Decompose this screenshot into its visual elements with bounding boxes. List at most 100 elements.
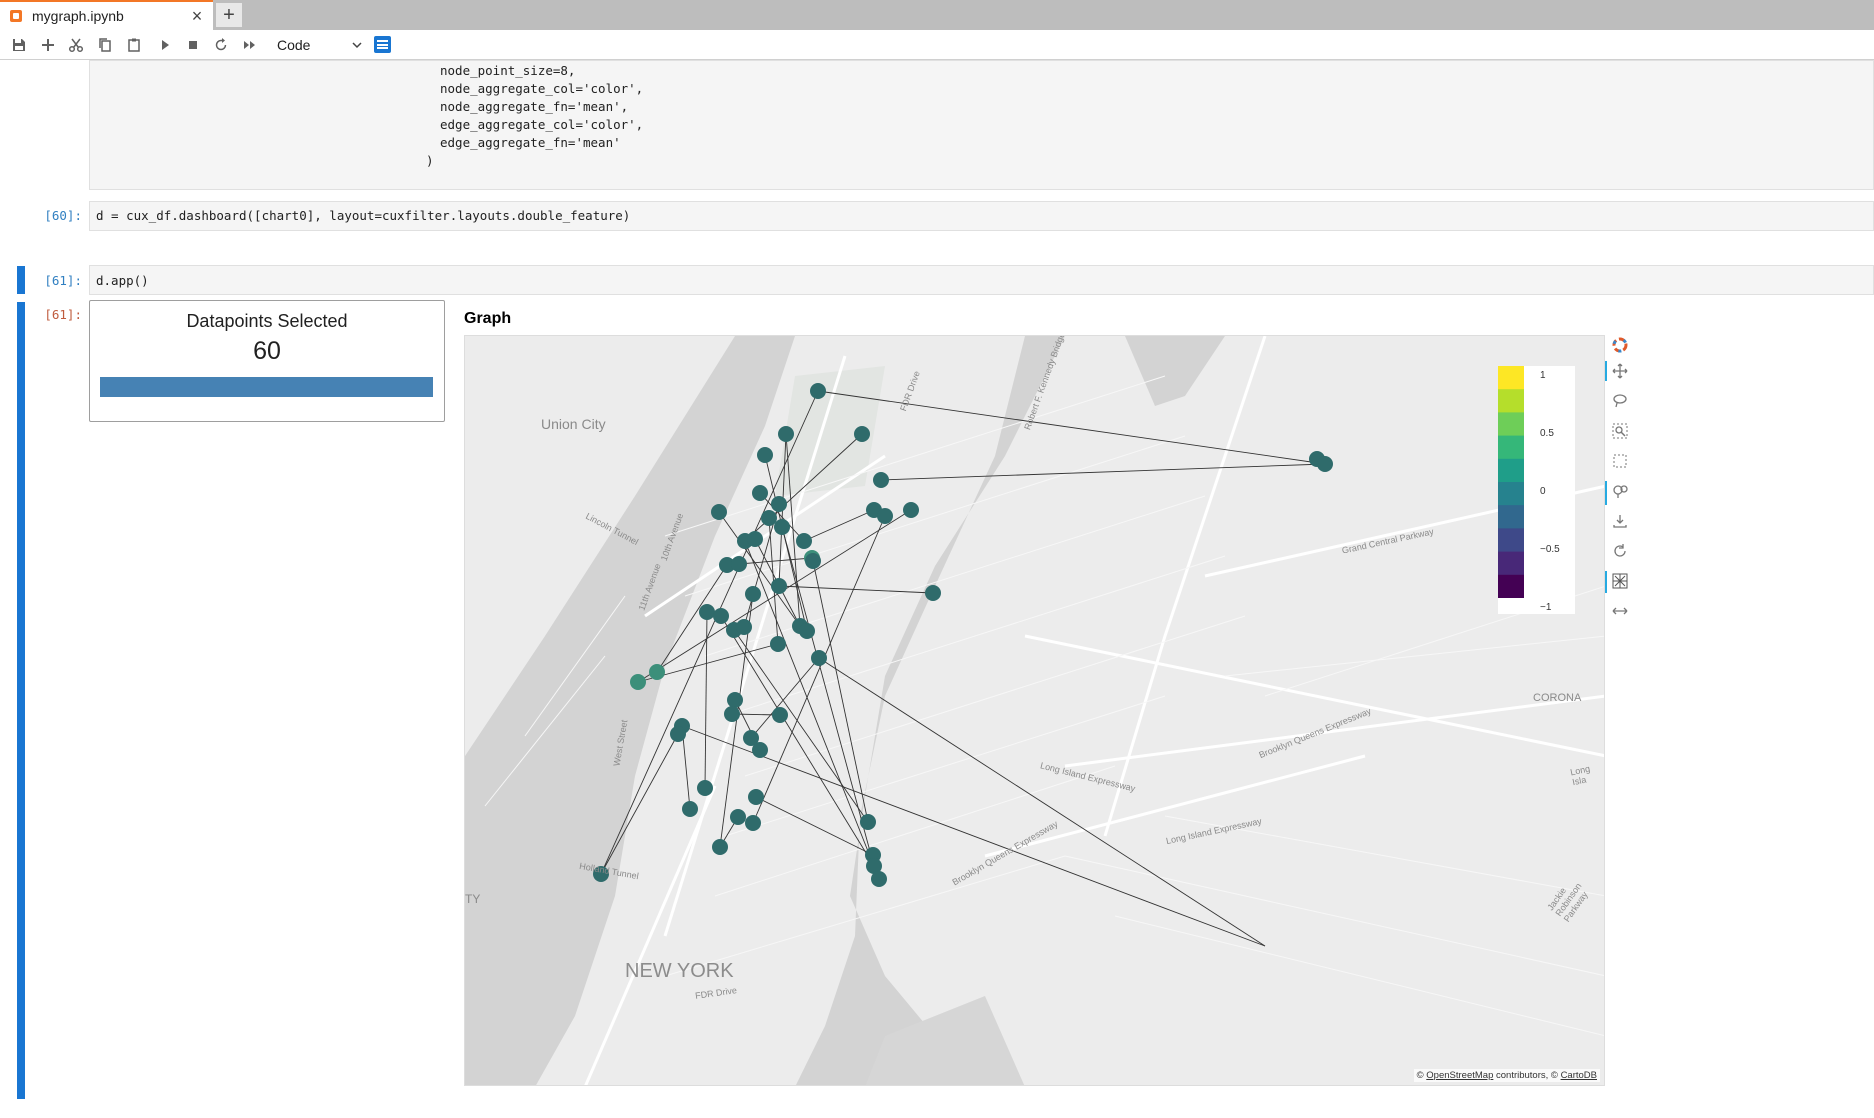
graph-node[interactable]: [670, 726, 686, 742]
zoom-box-icon[interactable]: [1610, 421, 1630, 441]
colorbar-tick: −0.5: [1540, 544, 1560, 555]
output-collapser[interactable]: [17, 302, 25, 1099]
graph-node[interactable]: [730, 809, 746, 825]
box-select-icon[interactable]: [1610, 451, 1630, 471]
graph-node[interactable]: [761, 510, 777, 526]
colorbar-tick: −1: [1540, 602, 1552, 613]
graph-node[interactable]: [925, 585, 941, 601]
colorbar: 1 0.5 0 −0.5 −1: [1498, 366, 1575, 614]
graph-node[interactable]: [771, 496, 787, 512]
graph-node[interactable]: [748, 789, 764, 805]
colorbar-segment: [1498, 482, 1524, 506]
graph-node[interactable]: [697, 780, 713, 796]
colorbar-tick: 0: [1540, 486, 1546, 497]
map-attribution: © OpenStreetMap contributors, © CartoDB: [1413, 1069, 1600, 1082]
graph-node[interactable]: [736, 619, 752, 635]
colorbar-segment: [1498, 458, 1524, 483]
colorbar-segment: [1498, 528, 1524, 553]
notebook-tab[interactable]: mygraph.ipynb ×: [0, 0, 213, 30]
graph-node[interactable]: [903, 502, 919, 518]
new-tab-button[interactable]: +: [216, 3, 242, 27]
graph-node[interactable]: [873, 472, 889, 488]
colorbar-gradient: [1498, 366, 1524, 598]
input-prompt: [61]:: [44, 273, 82, 288]
wheel-zoom-icon[interactable]: [1610, 481, 1630, 501]
cartodb-link[interactable]: CartoDB: [1561, 1070, 1597, 1081]
graph-node[interactable]: [630, 674, 646, 690]
colorbar-segment: [1498, 505, 1524, 529]
code-line: edge_aggregate_col='color',: [440, 117, 644, 132]
bokeh-logo-icon[interactable]: [1610, 335, 1630, 355]
active-tool-indicator: [1605, 361, 1607, 381]
save-icon[interactable]: [9, 35, 29, 55]
graph-node[interactable]: [699, 604, 715, 620]
graph-node[interactable]: [796, 533, 812, 549]
copy-icon[interactable]: [95, 35, 115, 55]
colorbar-tick: 0.5: [1540, 428, 1554, 439]
graph-node[interactable]: [854, 426, 870, 442]
x-pan-icon[interactable]: [1610, 601, 1630, 621]
graph-map[interactable]: Union City NEW YORK CORONA TY Lincoln Tu…: [464, 335, 1605, 1086]
datapoints-title: Datapoints Selected: [186, 311, 348, 331]
graph-node[interactable]: [811, 650, 827, 666]
graph-node[interactable]: [731, 556, 747, 572]
code-line: node_aggregate_fn='mean',: [440, 99, 629, 114]
place-label: NEW YORK: [625, 960, 734, 982]
graph-node[interactable]: [727, 692, 743, 708]
graph-node[interactable]: [877, 508, 893, 524]
cell-type-label: Code: [277, 37, 311, 53]
lasso-icon[interactable]: [1610, 391, 1630, 411]
graph-node[interactable]: [771, 578, 787, 594]
graph-node[interactable]: [747, 531, 763, 547]
place-label: TY: [465, 892, 481, 906]
property-inspector-icon[interactable]: [374, 36, 391, 53]
graph-node[interactable]: [871, 871, 887, 887]
graph-node[interactable]: [810, 383, 826, 399]
graph-node[interactable]: [711, 504, 727, 520]
graph-node[interactable]: [1317, 456, 1333, 472]
graph-node[interactable]: [805, 553, 821, 569]
fast-forward-icon[interactable]: [240, 35, 260, 55]
graph-node[interactable]: [757, 447, 773, 463]
graph-node[interactable]: [712, 839, 728, 855]
bokeh-toolbar: [1605, 333, 1635, 633]
graph-node[interactable]: [745, 586, 761, 602]
graph-node[interactable]: [682, 801, 698, 817]
colorbar-segment: [1498, 412, 1524, 437]
run-icon[interactable]: [155, 35, 175, 55]
graph-node[interactable]: [770, 636, 786, 652]
datapoints-selected-card: Datapoints Selected 60: [89, 300, 445, 422]
tab-title: mygraph.ipynb: [32, 8, 124, 24]
tab-bar: mygraph.ipynb × +: [0, 0, 1874, 30]
graph-node[interactable]: [649, 664, 665, 680]
osm-link[interactable]: OpenStreetMap: [1426, 1070, 1493, 1081]
input-prompt: [60]:: [44, 208, 82, 223]
hover-icon[interactable]: [1610, 571, 1630, 591]
code-cell-60[interactable]: d = cux_df.dashboard([chart0], layout=cu…: [89, 201, 1874, 231]
save-icon[interactable]: [1610, 511, 1630, 531]
paste-icon[interactable]: [124, 35, 144, 55]
graph-node[interactable]: [772, 707, 788, 723]
colorbar-segment: [1498, 551, 1524, 576]
place-label: CORONA: [1533, 692, 1582, 704]
graph-node[interactable]: [752, 742, 768, 758]
graph-node[interactable]: [713, 608, 729, 624]
close-tab-icon[interactable]: ×: [185, 6, 209, 27]
notebook-icon: [10, 10, 22, 22]
add-icon[interactable]: [38, 35, 58, 55]
cell-type-select[interactable]: Code: [272, 35, 364, 55]
code-cell-61[interactable]: d.app(): [89, 265, 1874, 295]
graph-node[interactable]: [799, 623, 815, 639]
graph-node[interactable]: [745, 815, 761, 831]
cut-icon[interactable]: [66, 35, 86, 55]
restart-icon[interactable]: [211, 35, 231, 55]
graph-node[interactable]: [724, 706, 740, 722]
graph-node[interactable]: [752, 485, 768, 501]
reset-icon[interactable]: [1610, 541, 1630, 561]
graph-node[interactable]: [774, 519, 790, 535]
pan-icon[interactable]: [1610, 361, 1630, 381]
graph-node[interactable]: [778, 426, 794, 442]
stop-icon[interactable]: [183, 35, 203, 55]
graph-node[interactable]: [860, 814, 876, 830]
code-cell-59[interactable]: node_point_size=8, node_aggregate_col='c…: [89, 60, 1874, 190]
